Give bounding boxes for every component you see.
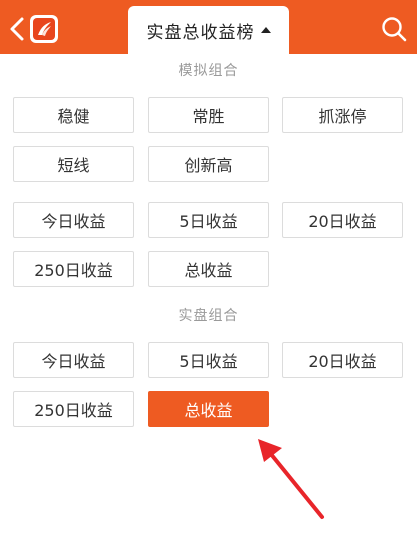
filter-style-new-high[interactable]: 创新高 (148, 146, 269, 182)
sim-period-total[interactable]: 总收益 (148, 251, 269, 287)
filter-style-always-win[interactable]: 常胜 (148, 97, 269, 133)
filter-style-short-term[interactable]: 短线 (13, 146, 134, 182)
caret-up-icon (260, 27, 271, 33)
ranking-title-dropdown[interactable]: 实盘总收益榜 (128, 6, 289, 54)
sim-period-250day[interactable]: 250日收益 (13, 251, 134, 287)
real-period-total-selected[interactable]: 总收益 (148, 391, 269, 427)
sim-period-20day[interactable]: 20日收益 (282, 202, 403, 238)
real-period-250day[interactable]: 250日收益 (13, 391, 134, 427)
sim-period-today[interactable]: 今日收益 (13, 202, 134, 238)
real-period-today[interactable]: 今日收益 (13, 342, 134, 378)
search-icon[interactable] (381, 16, 407, 42)
page-title: 实盘总收益榜 (146, 22, 255, 43)
filter-style-limit-up[interactable]: 抓涨停 (282, 97, 403, 133)
sim-period-5day[interactable]: 5日收益 (148, 202, 269, 238)
real-period-5day[interactable]: 5日收益 (148, 342, 269, 378)
real-period-20day[interactable]: 20日收益 (282, 342, 403, 378)
app-logo-icon (30, 15, 58, 43)
back-arrow-icon[interactable] (7, 16, 29, 42)
top-bar: 实盘总收益榜 (0, 0, 417, 54)
section-label-real: 实盘组合 (178, 308, 239, 324)
section-label-simulated: 模拟组合 (178, 63, 239, 79)
filter-style-stable[interactable]: 稳健 (13, 97, 134, 133)
